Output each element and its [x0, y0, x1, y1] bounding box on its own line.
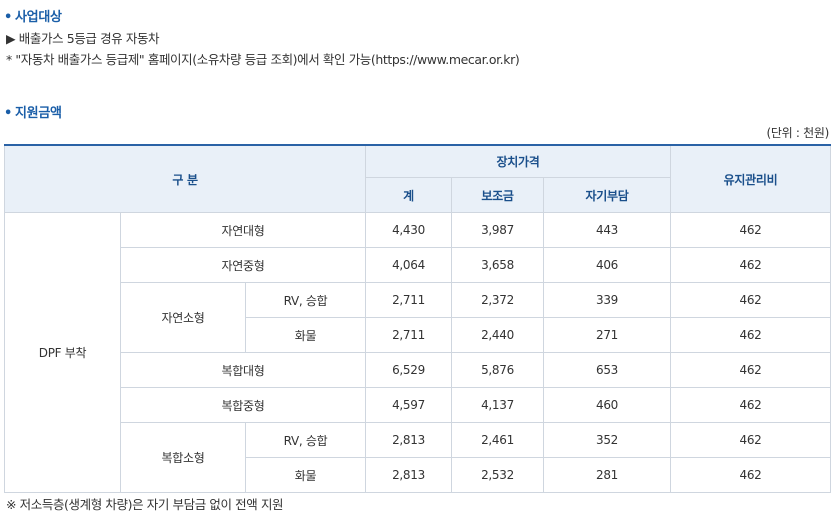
- target-description: ▶ 배출가스 5등급 경유 자동차: [6, 31, 160, 46]
- total-cell: 6,529: [365, 352, 453, 388]
- total-cell: 4,430: [365, 212, 453, 248]
- support-amount-table: 구 분 장치가격 유지관리비 계 보조금 자기부담 DPF 부착 자연대형 4,…: [3, 144, 832, 493]
- self-pay-cell: 352: [543, 422, 672, 458]
- maintenance-cell: 462: [670, 317, 832, 353]
- unit-label: (단위 : 천원): [766, 126, 830, 140]
- subsidy-cell: 2,372: [451, 282, 545, 318]
- section-title-text: 지원금액: [15, 106, 62, 121]
- vehicle-subtype: RV, 승합: [244, 282, 367, 318]
- self-pay-cell: 460: [543, 387, 672, 423]
- maintenance-cell: 462: [670, 282, 832, 318]
- header-category: 구 분: [3, 144, 367, 213]
- maintenance-cell: 462: [670, 352, 832, 388]
- total-cell: 2,813: [365, 457, 453, 493]
- header-self-pay: 자기부담: [543, 177, 672, 213]
- vehicle-subtype: 화물: [244, 317, 367, 353]
- table-row: 복합대형 6,529 5,876 653 462: [5, 352, 832, 388]
- subsidy-cell: 5,876: [451, 352, 545, 388]
- bullet-icon: •: [4, 10, 13, 25]
- maintenance-cell: 462: [670, 422, 832, 458]
- vehicle-type: 자연대형: [119, 212, 367, 248]
- total-cell: 4,597: [365, 387, 453, 423]
- self-pay-cell: 443: [543, 212, 672, 248]
- section-title-amount: • 지원금액: [4, 102, 62, 121]
- self-pay-cell: 339: [543, 282, 672, 318]
- maintenance-cell: 462: [670, 457, 832, 493]
- subsidy-cell: 3,658: [451, 247, 545, 283]
- self-pay-cell: 406: [543, 247, 672, 283]
- subsidy-cell: 2,532: [451, 457, 545, 493]
- subsidy-cell: 4,137: [451, 387, 545, 423]
- subsidy-cell: 2,440: [451, 317, 545, 353]
- target-check-note: * "자동차 배출가스 등급제" 홈페이지(소유차량 등급 조회)에서 확인 가…: [6, 52, 520, 67]
- table-row: DPF 부착 자연대형 4,430 3,987 443 462: [4, 212, 832, 493]
- vehicle-type: 자연소형: [120, 282, 246, 353]
- vehicle-subtype: RV, 승합: [244, 422, 367, 458]
- header-total: 계: [365, 177, 453, 213]
- vehicle-type: 복합소형: [120, 422, 246, 493]
- section-title-target: • 사업대상: [4, 6, 62, 25]
- vehicle-type: 복합중형: [119, 387, 367, 423]
- group-label: DPF 부착: [4, 212, 121, 493]
- vehicle-subtype: 화물: [244, 457, 367, 493]
- self-pay-cell: 653: [543, 352, 672, 388]
- header-device-price: 장치가격: [365, 144, 672, 178]
- total-cell: 4,064: [365, 247, 453, 283]
- table-row: 자연중형 4,064 3,658 406 462: [5, 247, 832, 283]
- self-pay-cell: 281: [543, 457, 672, 493]
- footnote: ※ 저소득층(생계형 차량)은 자기 부담금 없이 전액 지원: [6, 497, 284, 512]
- self-pay-cell: 271: [543, 317, 672, 353]
- maintenance-cell: 462: [670, 212, 832, 248]
- total-cell: 2,813: [365, 422, 453, 458]
- maintenance-cell: 462: [670, 387, 832, 423]
- subsidy-cell: 2,461: [451, 422, 545, 458]
- subsidy-cell: 3,987: [451, 212, 545, 248]
- header-subsidy: 보조금: [451, 177, 545, 213]
- section-title-text: 사업대상: [15, 10, 62, 25]
- support-page: • 사업대상 ▶ 배출가스 5등급 경유 자동차 * "자동차 배출가스 등급제"…: [0, 0, 833, 517]
- vehicle-type: 자연중형: [119, 247, 367, 283]
- table-row: 복합소형 RV, 승합 2,813 2,461 352 462: [5, 422, 832, 493]
- table-row: 복합중형 4,597 4,137 460 462: [5, 387, 832, 423]
- total-cell: 2,711: [365, 317, 453, 353]
- table-row: 자연소형 RV, 승합 2,711 2,372 339 462: [5, 282, 832, 353]
- header-maintenance: 유지관리비: [670, 144, 832, 213]
- bullet-icon: •: [4, 106, 13, 121]
- maintenance-cell: 462: [670, 247, 832, 283]
- total-cell: 2,711: [365, 282, 453, 318]
- vehicle-type: 복합대형: [119, 352, 367, 388]
